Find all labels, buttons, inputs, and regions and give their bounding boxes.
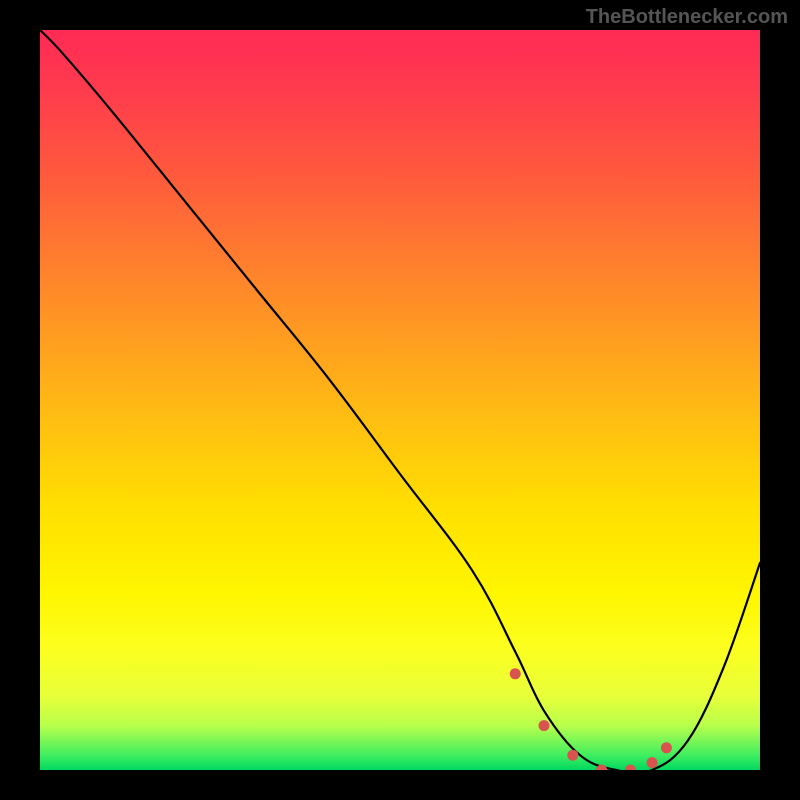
plot-area [40, 30, 760, 770]
marker-dot [539, 720, 550, 731]
watermark-text: TheBottlenecker.com [586, 6, 788, 29]
curve-layer [40, 30, 760, 770]
marker-dot [647, 757, 658, 768]
marker-dot [510, 668, 521, 679]
chart-container: TheBottlenecker.com [0, 0, 800, 800]
valley-markers [510, 668, 672, 770]
marker-dot [625, 765, 636, 771]
marker-dot [661, 742, 672, 753]
marker-dot [567, 750, 578, 761]
bottleneck-curve [40, 30, 760, 770]
